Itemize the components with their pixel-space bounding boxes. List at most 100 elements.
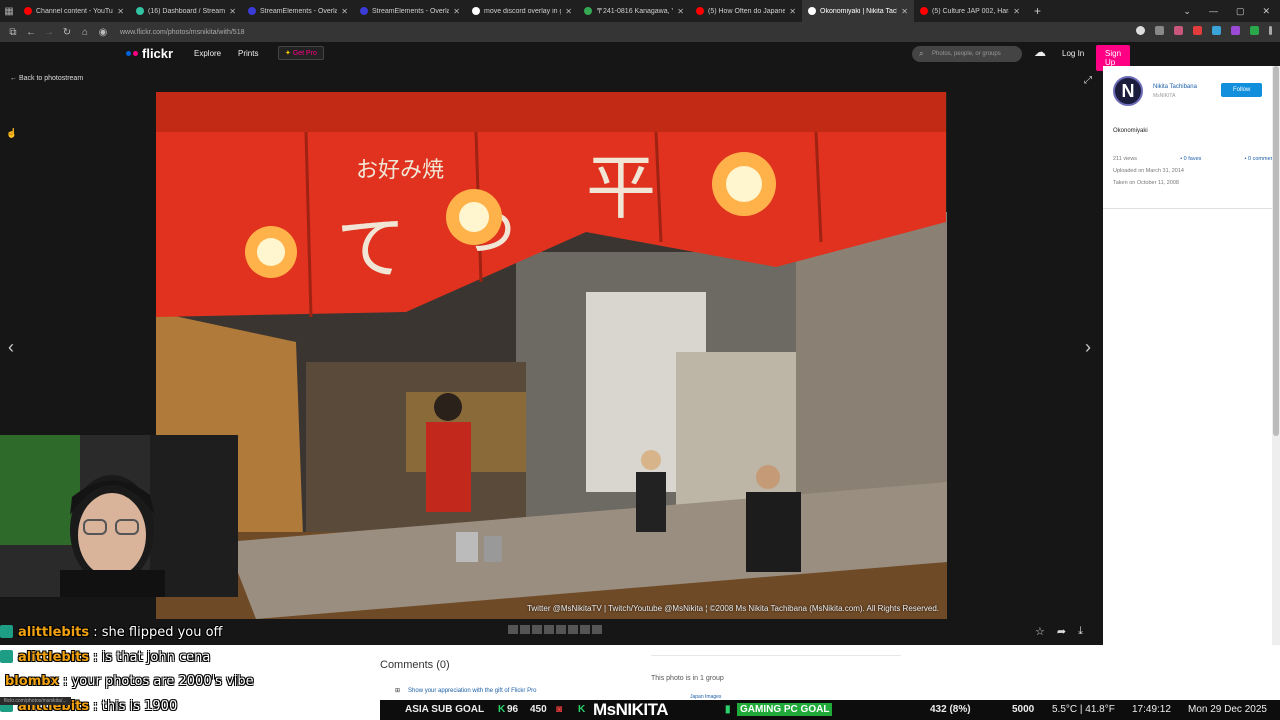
photo-stats: 211 views • 0 faves • 0 comments [1113, 156, 1278, 162]
browser-tab[interactable]: (5) Culture JAP 002, Harajuku g ✕ [914, 0, 1026, 22]
tab-close-icon[interactable]: ✕ [229, 7, 236, 16]
get-pro-label: Get Pro [292, 50, 317, 57]
chat-username: blombx [5, 674, 59, 689]
fullscreen-icon[interactable]: ⤢ [1084, 75, 1092, 86]
share-icon[interactable]: ➦ [1057, 625, 1066, 638]
gift-icon: ⊞ [395, 688, 401, 694]
nav-explore[interactable]: Explore [194, 49, 221, 58]
tab-favicon-icon [24, 7, 32, 15]
pc-goal-icon: ▮ [725, 704, 731, 715]
upload-cloud-icon[interactable]: ☁ [1034, 45, 1046, 59]
tab-close-icon[interactable]: ✕ [117, 7, 124, 16]
flickr-pro-gift-link[interactable]: ⊞ Show your appreciation with the gift of… [395, 687, 536, 694]
owner-name[interactable]: Nikita Tachibana [1153, 84, 1197, 90]
address-bar: ⧉ ← → ↻ ⌂ ◉ www.flickr.com/photos/msniki… [0, 22, 1280, 42]
browser-tab[interactable]: 〒241-0816 Kanagawa, Yokoha ✕ [578, 0, 690, 22]
follow-button[interactable]: Follow [1221, 83, 1263, 97]
thumbnail[interactable] [520, 625, 530, 634]
nav-prints[interactable]: Prints [238, 49, 258, 58]
extension-icon[interactable] [1155, 26, 1164, 35]
previous-photo-icon[interactable]: ‹ [8, 337, 14, 358]
tab-search-icon[interactable]: ⌄ [1183, 6, 1191, 17]
tab-close-icon[interactable]: ✕ [677, 7, 684, 16]
logo-dot-blue [126, 51, 131, 56]
flickr-page: flickr Explore Prints ✦ Get Pro ⌕ Photos,… [0, 42, 1280, 720]
tab-favicon-icon [920, 7, 928, 15]
sidebar-toggle-icon[interactable]: ▦ [0, 6, 18, 17]
flickr-logo[interactable]: flickr [126, 46, 173, 61]
tab-favicon-icon [584, 7, 592, 15]
browser-tab[interactable]: (16) Dashboard / Streamlabs✕ [130, 0, 242, 22]
browser-tab[interactable]: Channel content - YouTube Stu ✕ [18, 0, 130, 22]
download-icon[interactable]: ⤓ [1078, 625, 1083, 638]
tab-title: (16) Dashboard / Streamlabs [148, 7, 226, 15]
minimize-icon[interactable]: — [1209, 6, 1218, 16]
window-controls: ⌄ — ▢ ✕ [1183, 0, 1280, 22]
browser-tab[interactable]: StreamElements - Overlays ✕ [242, 0, 354, 22]
maximize-icon[interactable]: ▢ [1236, 6, 1245, 17]
thumbnail[interactable] [508, 625, 518, 634]
forward-icon[interactable]: → [40, 27, 58, 38]
tab-close-icon[interactable]: ✕ [1013, 7, 1020, 16]
thumbnail[interactable] [556, 625, 566, 634]
search-input[interactable]: ⌕ Photos, people, or groups [912, 46, 1022, 62]
tab-close-icon[interactable]: ✕ [453, 7, 460, 16]
tab-close-icon[interactable]: ✕ [789, 7, 796, 16]
chat-username: alittlebits [18, 650, 90, 665]
reading-list-icon[interactable]: ⧉ [4, 27, 22, 38]
thumbnail[interactable] [580, 625, 590, 634]
back-to-photostream-link[interactable]: ← Back to photostream [10, 75, 83, 82]
tab-close-icon[interactable]: ✕ [341, 7, 348, 16]
tab-title: move discord overlay in games [484, 7, 561, 15]
url-field[interactable]: www.flickr.com/photos/msnikita/with/518 [120, 29, 245, 36]
flickr-nav: flickr Explore Prints ✦ Get Pro ⌕ Photos,… [0, 42, 1131, 71]
home-icon[interactable]: ⌂ [76, 27, 94, 38]
faves-link[interactable]: • 0 faves [1180, 156, 1201, 162]
clock-date: Mon 29 Dec 2025 [1188, 704, 1267, 715]
views-count: 211 views [1113, 156, 1138, 162]
clock-time: 17:49:12 [1132, 704, 1171, 715]
login-link[interactable]: Log In [1062, 49, 1084, 58]
browser-tab-bar: ▦ Channel content - YouTube Stu✕(16) Das… [0, 0, 1280, 22]
extension-icon[interactable] [1193, 26, 1202, 35]
browser-tab[interactable]: StreamElements - Overlays ✕ [354, 0, 466, 22]
tab-close-icon[interactable]: ✕ [565, 7, 572, 16]
weather-text: 5.5°C | 41.8°F [1052, 704, 1115, 715]
thumbnail[interactable] [592, 625, 602, 634]
menu-icon[interactable] [1269, 26, 1272, 35]
browser-tab[interactable]: Okonomiyaki | Nikita Tachibana ✕ [802, 0, 914, 22]
thumbnail[interactable] [568, 625, 578, 634]
group-count-text: This photo is in 1 group [651, 675, 724, 682]
main-photo[interactable]: お好み焼 て つ 平 Twitter @MsNikitaTV | Twitch/… [156, 92, 947, 619]
extension-icon[interactable] [1212, 26, 1221, 35]
next-photo-icon[interactable]: › [1085, 337, 1091, 358]
new-tab-button[interactable]: + [1026, 4, 1049, 18]
get-pro-button[interactable]: ✦ Get Pro [278, 46, 324, 60]
tab-favicon-icon [136, 7, 144, 15]
scrollbar-thumb[interactable] [1273, 66, 1279, 436]
extension-icon[interactable] [1250, 26, 1259, 35]
pc-goal-target: 5000 [1012, 704, 1035, 715]
avatar[interactable]: N [1113, 76, 1143, 106]
sub-goal-target: 450 [530, 704, 547, 715]
thumbnail[interactable] [544, 625, 554, 634]
page-scrollbar[interactable] [1272, 66, 1280, 720]
owner-handle: MsNIKITA [1153, 93, 1176, 99]
tab-close-icon[interactable]: ✕ [901, 7, 908, 16]
stream-ticker: ASIA SUB GOAL K 96 450 ◙ K MsNIKITA ▮ GA… [380, 700, 1280, 720]
back-icon[interactable]: ← [22, 27, 40, 38]
extension-icon[interactable] [1136, 26, 1145, 35]
svg-text:平: 平 [586, 147, 656, 229]
fave-star-icon[interactable]: ☆ [1035, 625, 1045, 638]
extension-icon[interactable] [1231, 26, 1240, 35]
browser-tab[interactable]: (5) How Often do Japanese Pe✕ [690, 0, 802, 22]
thumbnail[interactable] [532, 625, 542, 634]
chat-badge-icon [0, 650, 13, 663]
divider [1103, 208, 1280, 209]
extension-icon[interactable] [1174, 26, 1183, 35]
close-window-icon[interactable]: ✕ [1262, 6, 1270, 17]
site-info-icon[interactable]: ◉ [94, 27, 112, 38]
reload-icon[interactable]: ↻ [58, 27, 76, 38]
tab-title: StreamElements - Overlays [260, 7, 338, 15]
browser-tab[interactable]: move discord overlay in games ✕ [466, 0, 578, 22]
